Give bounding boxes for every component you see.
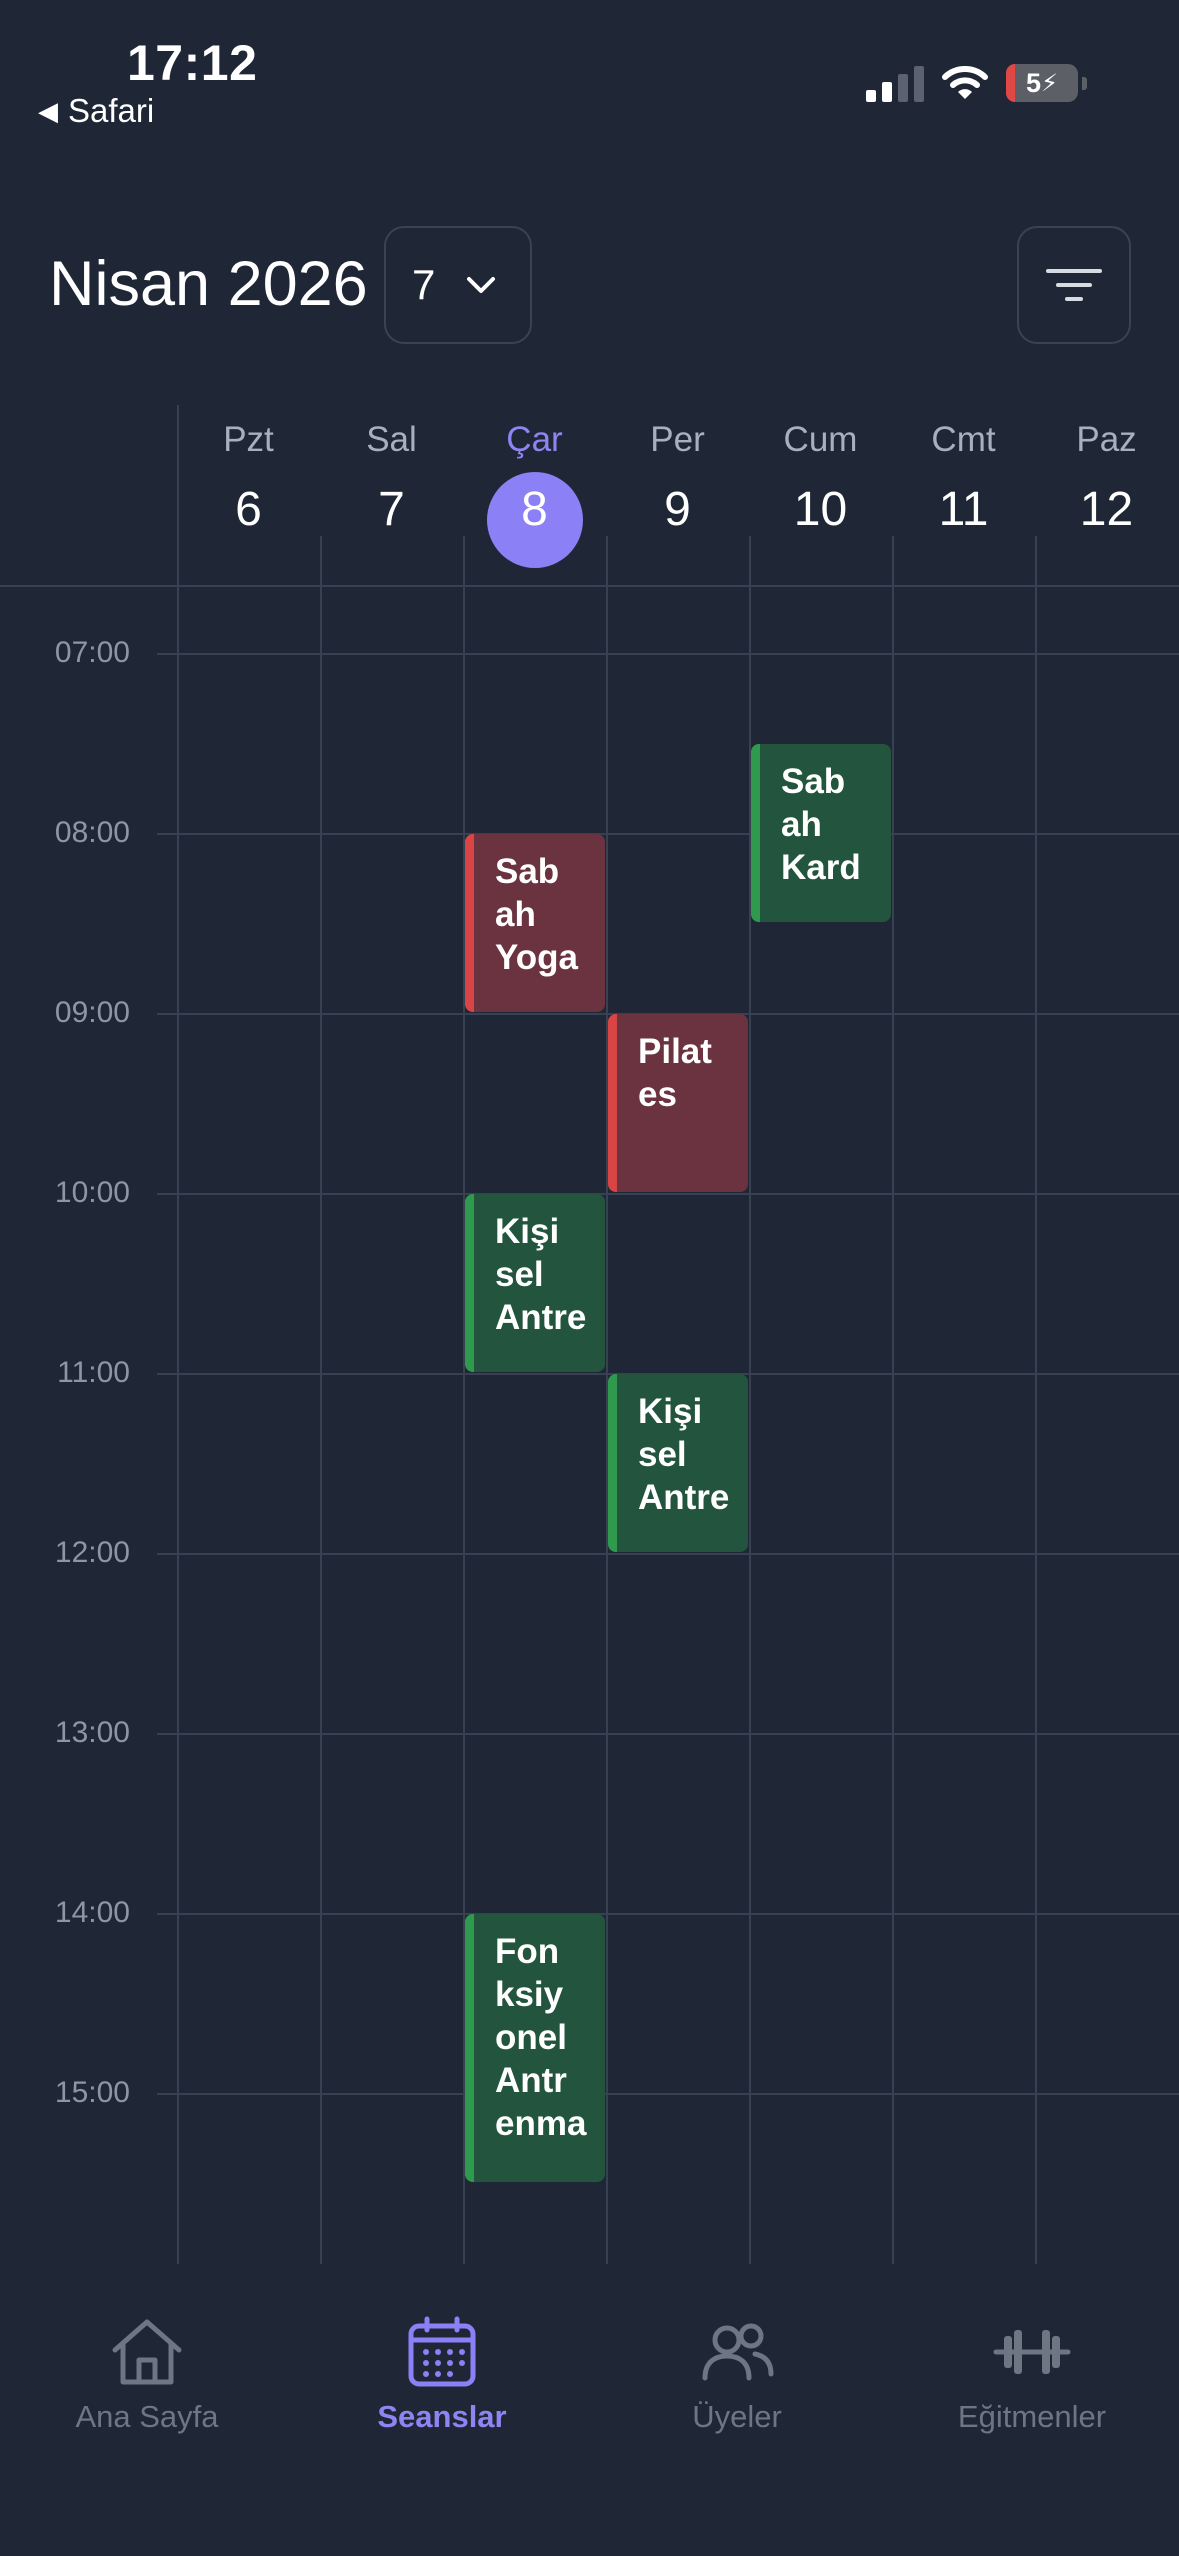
tab-label: Üyeler: [692, 2399, 782, 2434]
month-title: Nisan 2026: [49, 249, 368, 319]
calendar-icon: [408, 2316, 476, 2387]
week-select[interactable]: 7: [384, 226, 532, 344]
battery-icon: 5 ⚡: [1006, 64, 1078, 102]
day-name: Cmt: [931, 420, 996, 459]
hour-label: 09:00: [54, 996, 130, 1029]
day-header-cmt[interactable]: Cmt 11: [892, 420, 1035, 537]
chevron-down-icon: [467, 277, 496, 293]
day-date: 8: [521, 483, 548, 536]
session-event[interactable]: Fon ksiy onel Antr enma: [465, 1914, 605, 2182]
day-name: Paz: [1076, 420, 1137, 459]
back-to-safari[interactable]: ◀ Safari: [38, 92, 154, 130]
hour-label: 10:00: [54, 1176, 130, 1209]
tab-label: Eğitmenler: [957, 2399, 1107, 2434]
hour-label: 13:00: [54, 1716, 130, 1749]
back-app-label: Safari: [68, 92, 155, 129]
hour-line: [157, 833, 1179, 835]
hour-line: [157, 1193, 1179, 1195]
wifi-icon: [942, 66, 988, 99]
tab-label: Ana Sayfa: [75, 2399, 219, 2434]
tab-label: Seanslar: [377, 2399, 507, 2434]
session-event[interactable]: Kişi sel Antre: [608, 1374, 748, 1552]
hour-label: 12:00: [54, 1536, 130, 1569]
grid-divider: [1035, 536, 1037, 2264]
status-time: 17:12: [127, 35, 258, 91]
day-name: Cum: [783, 420, 858, 459]
tab-egitmenler[interactable]: Eğitmenler: [922, 2316, 1142, 2435]
session-event[interactable]: Kişi sel Antre: [465, 1194, 605, 1372]
filter-icon: [1046, 269, 1102, 301]
session-event[interactable]: Sab ah Kard: [751, 744, 891, 922]
session-event[interactable]: Pilat es: [608, 1014, 748, 1192]
header-divider: [0, 585, 1179, 587]
day-date: 9: [664, 483, 691, 536]
day-header-cum[interactable]: Cum 10: [749, 420, 892, 537]
hour-line: [157, 653, 1179, 655]
tab-ana-sayfa[interactable]: Ana Sayfa: [37, 2316, 257, 2435]
day-header-çar[interactable]: Çar 8: [463, 420, 606, 537]
day-name: Çar: [506, 420, 563, 459]
hour-line: [157, 2093, 1179, 2095]
hour-label: 11:00: [57, 1356, 130, 1389]
back-triangle-icon: ◀: [38, 95, 58, 126]
hour-label: 08:00: [54, 816, 130, 849]
hour-line: [157, 1553, 1179, 1555]
day-date: 12: [1079, 483, 1134, 536]
day-header-per[interactable]: Per 9: [606, 420, 749, 537]
day-date: 7: [378, 483, 405, 536]
hour-line: [157, 1913, 1179, 1915]
grid-divider: [320, 536, 322, 2264]
day-date: 10: [793, 483, 848, 536]
filter-button[interactable]: [1017, 226, 1131, 344]
week-select-value: 7: [412, 261, 436, 308]
grid-divider: [177, 405, 179, 2264]
day-date: 11: [938, 483, 989, 536]
day-header-sal[interactable]: Sal 7: [320, 420, 463, 537]
status-icons: 5 ⚡: [866, 64, 1087, 102]
battery-level: 5: [1026, 67, 1042, 98]
hour-line: [157, 1733, 1179, 1735]
day-date: 6: [235, 483, 262, 536]
day-name: Per: [650, 420, 705, 459]
day-name: Sal: [366, 420, 417, 459]
users-icon: [702, 2323, 774, 2381]
day-header-paz[interactable]: Paz 12: [1035, 420, 1178, 537]
tab-seanslar[interactable]: Seanslar: [332, 2316, 552, 2435]
cellular-signal-icon: [866, 64, 924, 102]
session-event[interactable]: Sab ah Yoga: [465, 834, 605, 1012]
grid-divider: [892, 536, 894, 2264]
home-icon: [112, 2319, 182, 2385]
day-name: Pzt: [223, 420, 274, 459]
hour-label: 07:00: [54, 636, 130, 669]
dumbbell-icon: [993, 2330, 1071, 2374]
day-header-pzt[interactable]: Pzt 6: [177, 420, 320, 537]
hour-label: 15:00: [54, 2076, 130, 2109]
tab-uyeler[interactable]: Üyeler: [627, 2316, 847, 2435]
hour-label: 14:00: [54, 1896, 130, 1929]
